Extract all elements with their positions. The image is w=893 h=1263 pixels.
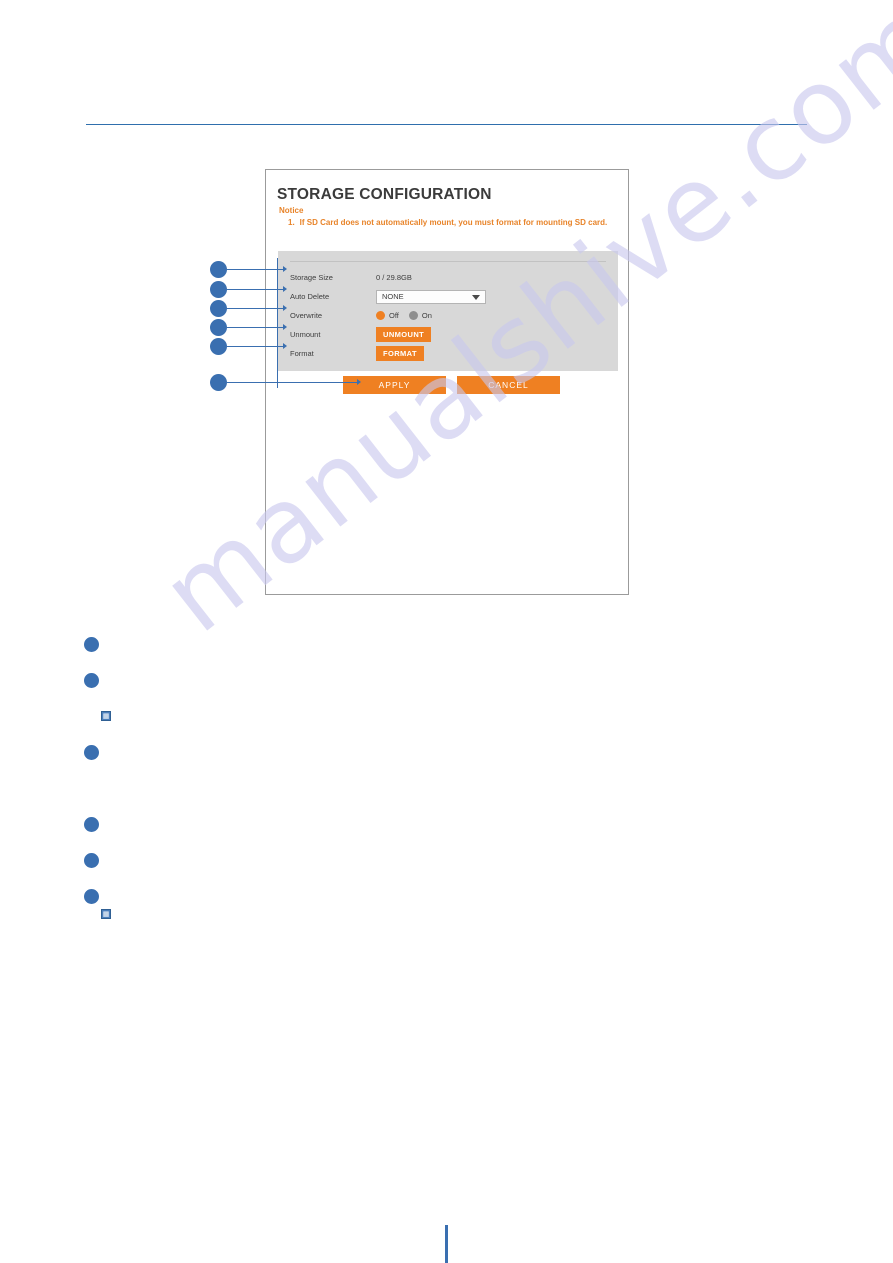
note-icon: ▦	[101, 711, 111, 721]
list-item-bullet	[84, 637, 99, 652]
list-item-bullet	[84, 889, 99, 904]
list-item-bullet	[84, 673, 99, 688]
list-item-bullet	[84, 745, 99, 760]
description-list: ▦ ▦	[0, 0, 893, 1263]
list-item-bullet	[84, 817, 99, 832]
note-icon: ▦	[101, 909, 111, 919]
list-item-bullet	[84, 853, 99, 868]
